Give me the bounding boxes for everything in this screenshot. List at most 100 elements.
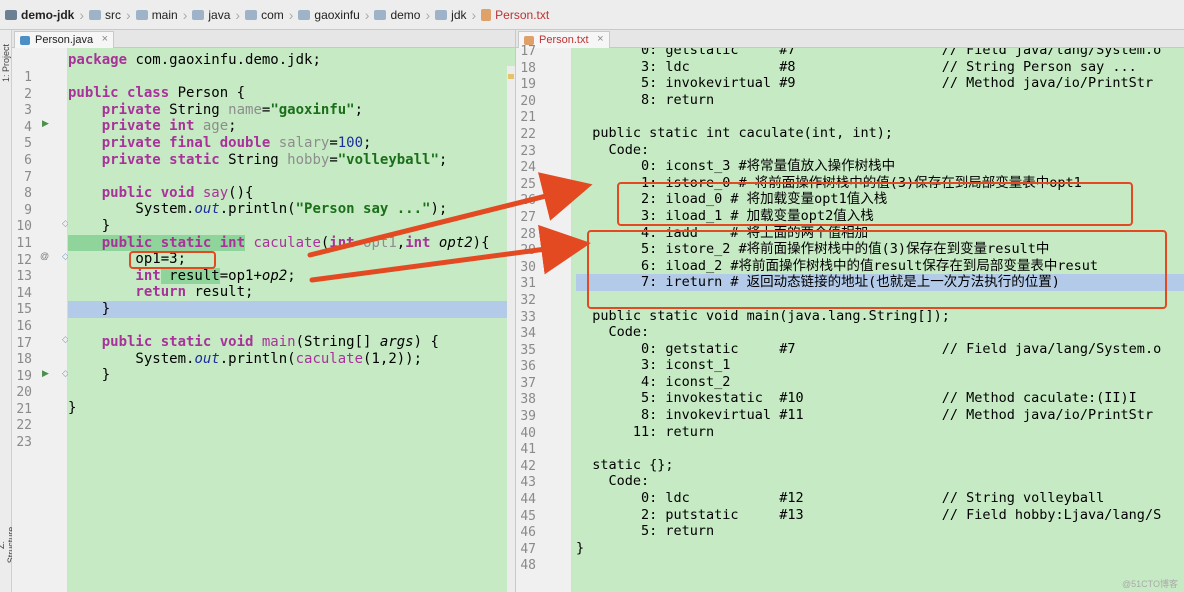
breadcrumb-item-src[interactable]: src (86, 8, 124, 22)
breadcrumb-item-demo-jdk[interactable]: demo-jdk (2, 8, 77, 22)
code-line: private final double salary=100; (68, 134, 372, 151)
bytecode-line (576, 108, 1184, 125)
code-line: } (68, 400, 77, 417)
bytecode-editor-tabbar: Person.txt × (516, 30, 1184, 48)
breadcrumb-item-main[interactable]: main (133, 8, 181, 22)
code-line: public class Person { (68, 85, 246, 102)
tab-label: Person.java (35, 34, 94, 46)
line-number: 35 (520, 342, 536, 358)
line-number: 17 (16, 335, 32, 351)
code-line: public static void main(String[] args) { (68, 334, 439, 351)
line-number: 19 (16, 368, 32, 384)
override-icon: @ (40, 251, 50, 261)
line-number: 8 (24, 186, 32, 202)
line-number: 27 (520, 209, 536, 225)
close-icon[interactable]: × (597, 33, 603, 45)
java-editor-pane: Person.java × 1 2 3 4 5 6 7 8 9 10 11 12 13 14 15 16 17 1… (12, 30, 515, 592)
line-number: 38 (520, 392, 536, 408)
tab-label: Person.txt (539, 34, 589, 46)
bytecode-line: 0: getstatic #7 // Field java/lang/Syste… (576, 48, 1162, 58)
tab-person-java[interactable]: Person.java × (14, 31, 115, 48)
breadcrumb-item-com[interactable]: com (242, 8, 287, 22)
breadcrumb-item-gaoxinfu[interactable]: gaoxinfu (295, 8, 362, 22)
line-number: 19 (520, 77, 536, 93)
java-code-area[interactable]: package com.gaoxinfu.demo.jdk; public cl… (68, 48, 515, 592)
breadcrumb-item-java[interactable]: java (189, 8, 233, 22)
breadcrumb-separator: › (182, 6, 188, 23)
breadcrumb-item-person-txt[interactable]: Person.txt (478, 8, 552, 22)
line-number: 37 (520, 375, 536, 391)
breadcrumb-separator: › (126, 6, 131, 23)
line-number-gutter: 17 18 19 20 21 22 23 24 25 26 27 28 29 30 31 32 33 34 35 36… (516, 44, 572, 592)
bytecode-line: 3: iconst_1 (576, 357, 731, 374)
line-number: 4 (24, 119, 32, 135)
bytecode-line (576, 556, 1184, 573)
line-number: 34 (520, 326, 536, 342)
line-number: 2 (24, 86, 32, 102)
line-number-gutter: 1 2 3 4 5 6 7 8 9 10 11 12 13 14 15 16 17 18 19 20 21 22 23 ▶ … (12, 48, 69, 592)
bytecode-line: 0: getstatic #7 // Field java/lang/Syste… (576, 340, 1162, 357)
project-tool-button[interactable]: 1: Project (1, 41, 11, 85)
line-number: 33 (520, 309, 536, 325)
line-number: 17 (520, 44, 536, 59)
bytecode-line: 8: return (576, 91, 715, 108)
breadcrumb-label: gaoxinfu (314, 7, 360, 22)
bytecode-code-area[interactable]: 0: getstatic #7 // Field java/lang/Syste… (572, 48, 1184, 592)
line-number: 11 (16, 235, 32, 251)
close-icon[interactable]: × (102, 33, 108, 45)
bytecode-line: 5: invokestatic #10 // Method caculate:(… (576, 390, 1137, 407)
annotation-box-iadd (587, 230, 1167, 309)
code-line: } (68, 367, 111, 384)
line-number: 42 (520, 458, 536, 474)
code-line: private static String hobby="volleyball"… (68, 151, 448, 168)
bytecode-line: public static void main(java.lang.String… (576, 307, 950, 324)
line-number: 39 (520, 409, 536, 425)
line-number: 41 (520, 442, 536, 458)
line-number: 23 (16, 435, 32, 451)
line-number: 22 (16, 418, 32, 434)
breadcrumb-label: main (151, 7, 178, 22)
package-icon (245, 9, 258, 20)
breadcrumb-separator: › (471, 6, 477, 23)
breadcrumb-label: com (261, 7, 284, 22)
line-number: 22 (520, 126, 536, 142)
line-number: 20 (16, 385, 32, 401)
bytecode-line: Code: (576, 473, 650, 490)
bytecode-editor-pane: Person.txt × 17 18 19 20 21 22 23 24 25 26 27 28 29 3… (515, 30, 1184, 592)
breadcrumb-item-jdk[interactable]: jdk (432, 8, 469, 22)
bytecode-line: 4: iconst_2 (576, 373, 731, 390)
line-number: 20 (520, 93, 536, 109)
line-number: 12 (16, 252, 32, 268)
java-editor-tabbar: Person.java × (12, 30, 515, 48)
line-number: 32 (520, 292, 536, 308)
breadcrumb-label: demo (390, 7, 421, 22)
folder-icon (89, 9, 102, 20)
code-line: public void say(){ (68, 184, 254, 201)
code-line: System.out.println(caculate(1,2)); (68, 350, 423, 367)
line-number: 47 (520, 541, 536, 557)
warning-marker (508, 74, 514, 79)
breadcrumb-label: java (208, 7, 231, 22)
scrollbar[interactable] (507, 66, 515, 592)
line-number: 48 (520, 558, 536, 574)
text-file-icon (481, 8, 492, 21)
breadcrumb-item-demo[interactable]: demo (371, 8, 423, 22)
tool-window-strip: 1: Project Z: Structure (0, 30, 16, 592)
folder-icon (192, 9, 205, 20)
line-number: 30 (520, 259, 536, 275)
line-number: 9 (24, 202, 32, 218)
line-number: 6 (24, 152, 32, 168)
line-number: 16 (16, 318, 32, 334)
code-line: } (68, 217, 111, 234)
bytecode-line: Code: (576, 141, 650, 158)
run-icon[interactable]: ▶ (42, 368, 49, 379)
folder-icon (135, 9, 148, 20)
code-line: private String name="gaoxinfu"; (68, 101, 364, 118)
breadcrumb-separator: › (288, 6, 294, 23)
package-icon (374, 9, 387, 20)
run-icon[interactable]: ▶ (42, 118, 49, 129)
line-number: 5 (24, 136, 32, 152)
